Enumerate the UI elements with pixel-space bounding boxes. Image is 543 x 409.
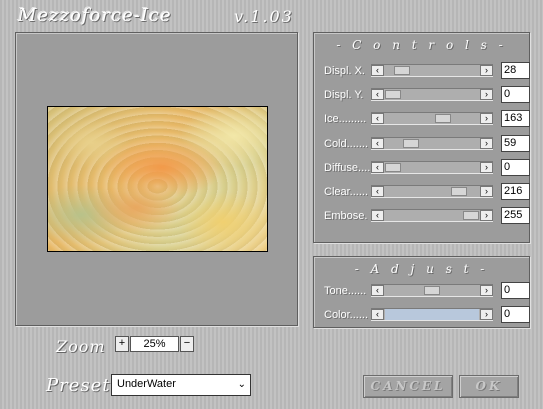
- slider-value-field[interactable]: 0: [501, 86, 530, 104]
- slider-controls-0[interactable]: ‹ ›: [371, 64, 493, 77]
- slider-value-field[interactable]: 0: [501, 158, 530, 176]
- arrow-right-icon[interactable]: ›: [480, 89, 493, 101]
- slider-controls-5[interactable]: ‹ ›: [371, 185, 493, 198]
- slider-track[interactable]: [385, 89, 479, 100]
- slider-track[interactable]: [385, 309, 479, 320]
- controls-panel: - C o n t r o l s - Displ. X. ‹ › 28 Displ. …: [313, 32, 530, 243]
- preview-image[interactable]: [47, 106, 268, 252]
- arrow-left-icon[interactable]: ‹: [371, 186, 384, 197]
- slider-thumb[interactable]: [394, 66, 410, 75]
- arrow-left-icon[interactable]: ‹: [371, 161, 384, 173]
- slider-value-field[interactable]: 59: [501, 134, 530, 152]
- slider-label: Tone......: [324, 285, 367, 297]
- arrow-right-icon[interactable]: ›: [480, 285, 493, 296]
- slider-row: Clear...... ‹ › 216: [322, 183, 530, 201]
- slider-controls-3[interactable]: ‹ ›: [371, 136, 493, 150]
- adjust-panel: - A d j u s t - Tone...... ‹ › 0 Color......…: [313, 256, 530, 328]
- slider-label: Clear......: [324, 186, 369, 198]
- slider-row: Displ. Y. ‹ › 0: [322, 86, 530, 104]
- slider-row: Tone...... ‹ › 0: [322, 282, 530, 300]
- slider-controls-4[interactable]: ‹ ›: [371, 160, 493, 174]
- cancel-button[interactable]: CANCEL: [363, 375, 453, 398]
- slider-track[interactable]: [385, 113, 479, 124]
- preset-dropdown[interactable]: UnderWater ⌄: [111, 374, 251, 396]
- slider-value-field[interactable]: 255: [501, 207, 530, 225]
- slider-thumb[interactable]: [385, 162, 401, 172]
- slider-track[interactable]: [385, 65, 479, 76]
- slider-label: Cold.......: [324, 137, 369, 150]
- slider-track[interactable]: [385, 210, 479, 221]
- slider-label: Displ. Y.: [324, 89, 364, 102]
- slider-adjust-0[interactable]: ‹ ›: [371, 284, 493, 297]
- slider-track[interactable]: [385, 186, 479, 197]
- arrow-right-icon[interactable]: ›: [480, 210, 493, 222]
- arrow-left-icon[interactable]: ‹: [371, 89, 384, 101]
- slider-adjust-1[interactable]: ‹ ›: [371, 308, 493, 321]
- preview-panel: [15, 32, 298, 326]
- slider-row: Ice......... ‹ › 163: [322, 110, 530, 128]
- zoom-out-button[interactable]: −: [180, 336, 194, 352]
- slider-controls-6[interactable]: ‹ ›: [371, 209, 493, 223]
- zoom-in-button[interactable]: +: [115, 336, 129, 352]
- arrow-right-icon[interactable]: ›: [480, 137, 493, 149]
- slider-thumb[interactable]: [403, 138, 419, 148]
- slider-label: Embose.: [324, 210, 368, 223]
- preset-label: Preset: [46, 375, 111, 396]
- slider-value-field[interactable]: 0: [501, 282, 530, 299]
- arrow-left-icon[interactable]: ‹: [371, 113, 384, 125]
- arrow-left-icon[interactable]: ‹: [371, 210, 384, 222]
- arrow-right-icon[interactable]: ›: [480, 65, 493, 76]
- slider-thumb[interactable]: [463, 211, 479, 221]
- slider-label: Displ. X.: [324, 65, 365, 77]
- slider-controls-1[interactable]: ‹ ›: [371, 88, 493, 102]
- arrow-left-icon[interactable]: ‹: [371, 137, 384, 149]
- slider-value-field[interactable]: 0: [501, 306, 530, 323]
- slider-thumb[interactable]: [385, 90, 401, 100]
- slider-row: Displ. X. ‹ › 28: [322, 62, 530, 80]
- arrow-right-icon[interactable]: ›: [480, 186, 493, 197]
- slider-track[interactable]: [385, 138, 479, 149]
- slider-value-field[interactable]: 28: [501, 62, 530, 79]
- slider-thumb[interactable]: [424, 286, 440, 295]
- slider-thumb[interactable]: [451, 187, 467, 196]
- slider-label: Color......: [324, 309, 369, 321]
- app-title: Mezzoforce-Ice: [18, 5, 172, 26]
- slider-value-field[interactable]: 216: [501, 183, 530, 200]
- slider-thumb[interactable]: [435, 114, 451, 124]
- slider-row: Color...... ‹ › 0: [322, 306, 530, 324]
- slider-row: Embose. ‹ › 255: [322, 207, 530, 225]
- arrow-right-icon[interactable]: ›: [480, 161, 493, 173]
- slider-controls-2[interactable]: ‹ ›: [371, 112, 493, 126]
- slider-label: Ice.........: [324, 113, 367, 126]
- adjust-title: - A d j u s t -: [354, 262, 489, 276]
- arrow-left-icon[interactable]: ‹: [371, 65, 384, 76]
- slider-row: Cold....... ‹ › 59: [322, 134, 530, 153]
- arrow-right-icon[interactable]: ›: [480, 113, 493, 125]
- arrow-left-icon[interactable]: ‹: [371, 309, 384, 320]
- zoom-label: Zoom: [56, 337, 106, 356]
- slider-track[interactable]: [385, 285, 479, 296]
- slider-row: Diffuse.... ‹ › 0: [322, 158, 530, 177]
- chevron-down-icon: ⌄: [237, 379, 246, 390]
- slider-value-field[interactable]: 163: [501, 110, 530, 128]
- slider-label: Diffuse....: [324, 161, 371, 174]
- arrow-right-icon[interactable]: ›: [480, 309, 493, 320]
- ok-button[interactable]: OK: [459, 375, 519, 398]
- zoom-value: 25%: [130, 336, 179, 352]
- slider-track[interactable]: [385, 162, 479, 173]
- controls-title: - C o n t r o l s -: [336, 38, 507, 52]
- preset-selected-value: UnderWater: [117, 378, 176, 390]
- arrow-left-icon[interactable]: ‹: [371, 285, 384, 296]
- app-version: v.1.03: [234, 7, 294, 26]
